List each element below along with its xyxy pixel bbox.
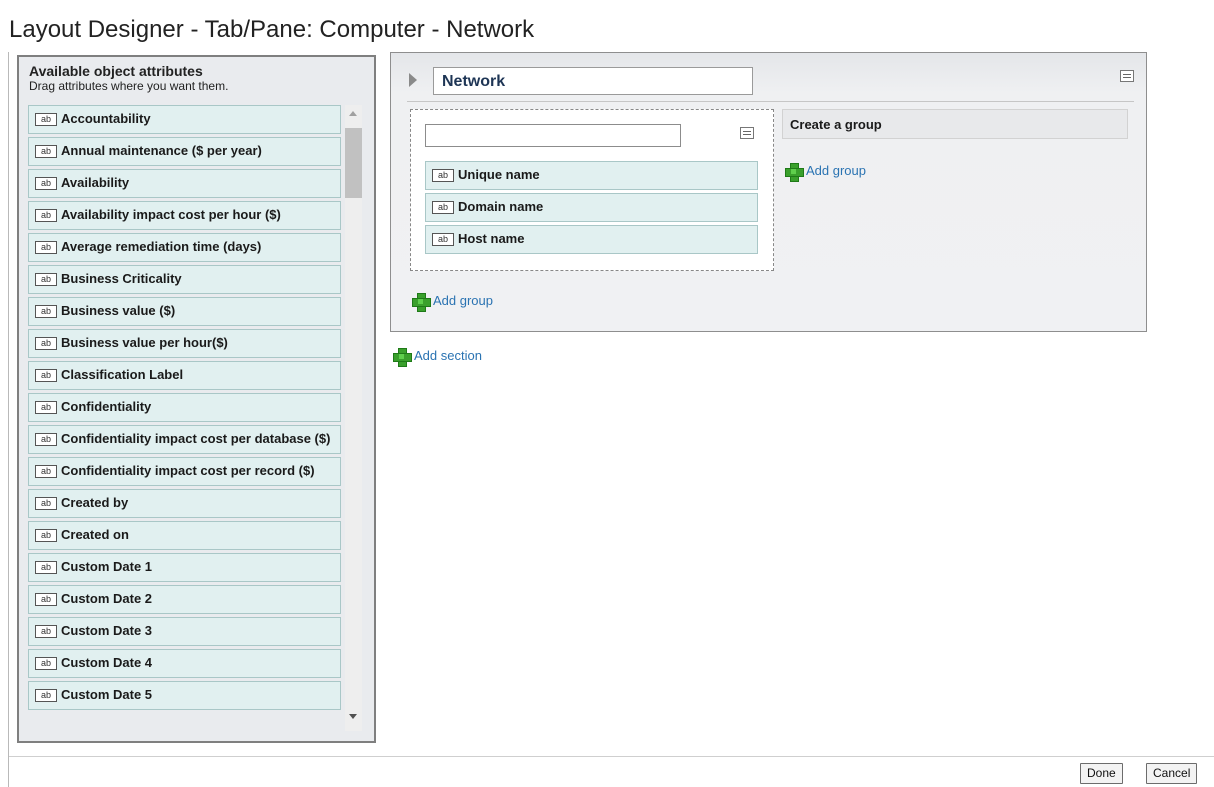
attribute-item[interactable]: ab Domain name [425,193,758,222]
attribute-label: Business value ($) [61,303,176,318]
text-type-icon: ab [35,529,57,542]
attribute-label: Domain name [458,199,544,214]
text-type-icon: ab [35,657,57,670]
text-type-icon: ab [432,233,454,246]
text-type-icon: ab [35,273,57,286]
footer-divider [9,756,1214,757]
attribute-item[interactable]: ab Confidentiality impact cost per databa… [28,425,341,454]
attribute-item[interactable]: ab Custom Date 1 [28,553,341,582]
attribute-list[interactable]: ab Accountability ab Annual maintenance ($ … [28,105,341,731]
attribute-label: Host name [458,231,525,246]
palette-subheading: Drag attributes where you want them. [29,79,229,93]
section-divider [407,101,1134,102]
attribute-item[interactable]: ab Confidentiality impact cost per record… [28,457,341,486]
attribute-item[interactable]: ab Business Criticality [28,265,341,294]
attribute-label: Average remediation time (days) [61,239,262,254]
attribute-item[interactable]: ab Availability [28,169,341,198]
collapse-arrow-icon[interactable] [409,73,417,87]
scroll-up-arrow-icon[interactable] [349,111,357,116]
frame-left-border [8,52,9,787]
palette-scrollbar[interactable] [345,105,362,731]
create-group-dropzone[interactable]: Create a group [782,109,1128,139]
add-section-label: Add section [414,348,482,363]
add-plus-icon [785,163,804,182]
add-plus-icon [412,293,431,312]
text-type-icon: ab [35,145,57,158]
text-type-icon: ab [35,593,57,606]
text-type-icon: ab [35,561,57,574]
attribute-item[interactable]: ab Accountability [28,105,341,134]
text-type-icon: ab [35,625,57,638]
attribute-label: Business Criticality [61,271,182,286]
section-menu-icon[interactable] [1120,70,1134,82]
done-button[interactable]: Done [1080,763,1123,784]
attribute-label: Custom Date 3 [61,623,153,638]
attribute-label: Annual maintenance ($ per year) [61,143,262,158]
attribute-label: Classification Label [61,367,184,382]
attribute-item[interactable]: ab Classification Label [28,361,341,390]
attribute-label: Confidentiality [61,399,152,414]
text-type-icon: ab [35,177,57,190]
attribute-item[interactable]: ab Business value per hour($) [28,329,341,358]
attribute-item[interactable]: ab Created on [28,521,341,550]
section-name-input[interactable]: Network [433,67,753,95]
text-type-icon: ab [432,201,454,214]
attribute-label: Confidentiality impact cost per database… [61,431,331,446]
text-type-icon: ab [35,433,57,446]
add-section-link[interactable]: Add section [393,348,482,367]
text-type-icon: ab [35,369,57,382]
attribute-item[interactable]: ab Custom Date 3 [28,617,341,646]
cancel-button[interactable]: Cancel [1146,763,1198,784]
text-type-icon: ab [35,209,57,222]
layout-section: Network ab Unique name ab Domain name ab Host… [390,52,1147,332]
attribute-label: Custom Date 2 [61,591,153,606]
attribute-item[interactable]: ab Custom Date 2 [28,585,341,614]
attribute-item[interactable]: ab Confidentiality [28,393,341,422]
attribute-palette: Available object attributes Drag attribu… [17,55,376,743]
text-type-icon: ab [35,241,57,254]
text-type-icon: ab [35,465,57,478]
attribute-item[interactable]: ab Unique name [425,161,758,190]
attribute-item[interactable]: ab Custom Date 4 [28,649,341,678]
text-type-icon: ab [35,337,57,350]
text-type-icon: ab [35,497,57,510]
palette-heading: Available object attributes [29,63,203,79]
page-title: Layout Designer - Tab/Pane: Computer - N… [9,16,535,43]
attribute-item[interactable]: ab Availability impact cost per hour ($) [28,201,341,230]
attribute-label: Created by [61,495,129,510]
group-attribute-list: ab Unique name ab Domain name ab Host name [425,161,758,257]
attribute-label: Availability [61,175,130,190]
text-type-icon: ab [35,401,57,414]
add-group-label: Add group [806,163,866,178]
attribute-label: Availability impact cost per hour ($) [61,207,281,222]
attribute-item[interactable]: ab Business value ($) [28,297,341,326]
add-group-link-right[interactable]: Add group [785,163,866,182]
attribute-label: Confidentiality impact cost per record (… [61,463,315,478]
text-type-icon: ab [35,305,57,318]
attribute-label: Unique name [458,167,540,182]
attribute-label: Business value per hour($) [61,335,228,350]
group-menu-icon[interactable] [740,127,754,139]
text-type-icon: ab [35,689,57,702]
attribute-label: Custom Date 5 [61,687,153,702]
text-type-icon: ab [35,113,57,126]
attribute-label: Custom Date 4 [61,655,153,670]
group-name-input[interactable] [425,124,681,147]
add-group-link[interactable]: Add group [412,293,493,312]
attribute-item[interactable]: ab Annual maintenance ($ per year) [28,137,341,166]
scroll-down-arrow-icon[interactable] [349,714,357,719]
attribute-item[interactable]: ab Average remediation time (days) [28,233,341,262]
attribute-item[interactable]: ab Created by [28,489,341,518]
attribute-label: Custom Date 1 [61,559,153,574]
scroll-thumb[interactable] [345,128,362,198]
add-group-label: Add group [433,293,493,308]
group-container: ab Unique name ab Domain name ab Host name [410,109,774,271]
text-type-icon: ab [432,169,454,182]
attribute-label: Accountability [61,111,151,126]
attribute-item[interactable]: ab Host name [425,225,758,254]
attribute-label: Created on [61,527,129,542]
attribute-item[interactable]: ab Custom Date 5 [28,681,341,710]
add-plus-icon [393,348,412,367]
